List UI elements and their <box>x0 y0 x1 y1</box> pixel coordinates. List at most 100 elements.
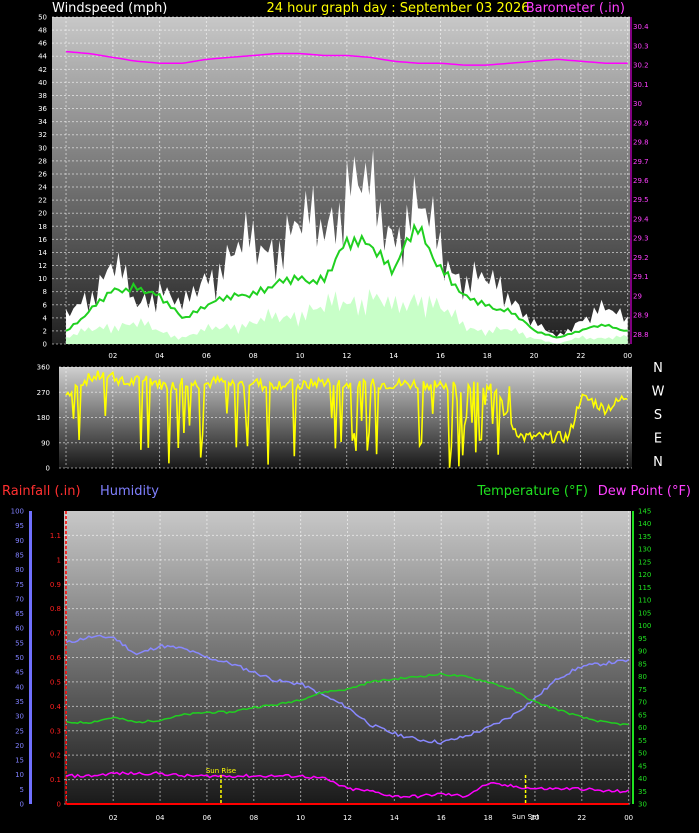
barometer-tick-label: 29.6 <box>633 177 649 185</box>
wind-x-tick-label: 00 <box>623 352 632 360</box>
windspeed-tick-labels: 0246810121416182022242628303234363840424… <box>38 14 47 349</box>
temperature-x-tick-label: 06 <box>202 814 211 822</box>
sun-marker-label: Sun Rise <box>206 767 236 775</box>
compass-labels: NWSEN <box>652 361 665 470</box>
temperature-tick-label: 60 <box>638 724 647 732</box>
barometer-tick-label: 28.9 <box>633 312 649 320</box>
wind-x-tick-label: 06 <box>202 352 211 360</box>
temperature-tick-label: 35 <box>638 788 647 796</box>
barometer-tick-label: 30.2 <box>633 62 649 70</box>
humidity-tick-labels: 0 5 10 15 20 25 30 35 40 45 50 55 60 65 70 75 80 85 90 95 10… <box>11 508 32 809</box>
rain-tick-label: 0.2 <box>50 752 61 760</box>
humidity-tick-label: 10 <box>15 771 24 779</box>
barometer-tick-label: 30.1 <box>633 81 649 89</box>
wind-x-tick-label: 02 <box>108 352 117 360</box>
barometer-tick-label: 28.8 <box>633 331 649 339</box>
humidity-tick-label: 80 <box>15 566 24 574</box>
windspeed-tick-label: 12 <box>38 262 47 270</box>
windspeed-tick-label: 32 <box>38 131 47 139</box>
barometer-tick-label: 29.5 <box>633 196 649 204</box>
windspeed-tick-label: 16 <box>38 236 47 244</box>
windspeed-tick-label: 30 <box>38 144 47 152</box>
wind-x-tick-label: 18 <box>483 352 492 360</box>
windspeed-tick-label: 18 <box>38 223 47 231</box>
wind-x-tick-label: 22 <box>576 352 585 360</box>
compass-label: N <box>653 455 663 470</box>
wind-x-tick-label: 14 <box>389 352 398 360</box>
temperature-x-tick-label: 14 <box>390 814 399 822</box>
rain-tick-label: 1.1 <box>50 532 61 540</box>
temperature-x-tick-labels: 02 04 06 08 10 12 14 16 18 20 22 00 <box>109 814 633 822</box>
windspeed-tick-label: 24 <box>38 184 47 192</box>
temperature-tick-labels: 30 35 40 45 50 55 60 65 70 75 80 85 90 95 100 105 110 115… <box>632 508 651 809</box>
temperature-tick-label: 120 <box>638 571 651 579</box>
humidity-tick-label: 85 <box>15 551 24 559</box>
temperature-tick-label: 115 <box>638 584 651 592</box>
direction-tick-label: 90 <box>41 439 50 447</box>
temperature-x-tick-label: 18 <box>484 814 493 822</box>
direction-tick-label: 360 <box>37 364 50 372</box>
barometer-tick-label: 29.9 <box>633 119 649 127</box>
temperature-tick-label: 50 <box>638 750 647 758</box>
rain-tick-label: 0.7 <box>50 630 61 638</box>
temperature-tick-label: 55 <box>638 737 647 745</box>
humidity-tick-label: 75 <box>15 581 24 589</box>
rain-tick-label: 0.3 <box>50 727 61 735</box>
windspeed-tick-label: 20 <box>38 210 47 218</box>
temperature-tick-label: 90 <box>638 648 647 656</box>
chart-title: 24 hour graph day : September 03 2026 <box>266 1 529 16</box>
direction-tick-label: 180 <box>37 414 50 422</box>
wind-x-tick-label: 08 <box>249 352 258 360</box>
windspeed-tick-label: 10 <box>38 275 47 283</box>
humidity-tick-label: 15 <box>15 757 24 765</box>
humidity-tick-label: 45 <box>15 669 24 677</box>
humidity-tick-label: 100 <box>11 508 24 516</box>
temperature-x-tick-label: 10 <box>296 814 305 822</box>
humidity-tick-label: 0 <box>20 801 24 809</box>
wind-x-tick-label: 20 <box>530 352 539 360</box>
windspeed-tick-label: 14 <box>38 249 47 257</box>
rain-tick-label: 0.4 <box>50 703 62 711</box>
windspeed-tick-label: 0 <box>43 341 47 349</box>
barometer-tick-label: 30 <box>633 100 642 108</box>
wind-x-tick-label: 12 <box>342 352 351 360</box>
temperature-tick-label: 40 <box>638 775 647 783</box>
temperature-tick-label: 130 <box>638 546 651 554</box>
dewpoint-axis-title: Dew Point (°F) <box>598 484 691 499</box>
humidity-tick-label: 90 <box>15 537 24 545</box>
wind-x-tick-label: 04 <box>155 352 164 360</box>
wind-x-tick-label: 10 <box>296 352 305 360</box>
temperature-tick-label: 95 <box>638 635 647 643</box>
compass-label: S <box>654 408 662 423</box>
temperature-tick-label: 135 <box>638 533 651 541</box>
windspeed-tick-label: 48 <box>38 27 47 35</box>
barometer-axis-title: Barometer (.in) <box>526 1 625 16</box>
weather-graph-page: Windspeed (mph) 24 hour graph day : Sept… <box>0 0 699 833</box>
barometer-tick-label: 29.1 <box>633 273 649 281</box>
barometer-tick-labels: 28.8 28.9 29 29.1 29.2 29.3 29.4 29.5 29.6 29.7 29… <box>630 17 649 344</box>
temperature-tick-label: 80 <box>638 673 647 681</box>
windspeed-axis-title: Windspeed (mph) <box>52 1 167 16</box>
humidity-tick-label: 95 <box>15 522 24 530</box>
temperature-tick-label: 125 <box>638 558 651 566</box>
rain-tick-label: 0.1 <box>50 776 61 784</box>
temperature-tick-label: 100 <box>638 622 651 630</box>
compass-label: E <box>654 432 662 447</box>
windspeed-tick-label: 22 <box>38 197 47 205</box>
temperature-x-tick-label: 08 <box>249 814 258 822</box>
humidity-tick-label: 5 <box>20 786 24 794</box>
temperature-tick-label: 85 <box>638 660 647 668</box>
temperature-tick-label: 75 <box>638 686 647 694</box>
windspeed-tick-label: 6 <box>43 301 48 309</box>
temperature-tick-label: 145 <box>638 508 651 516</box>
rain-tick-label: 1 <box>57 556 61 564</box>
temperature-x-tick-label: 04 <box>156 814 165 822</box>
humidity-tick-label: 60 <box>15 625 24 633</box>
windspeed-tick-label: 38 <box>38 92 47 100</box>
humidity-tick-label: 40 <box>15 683 24 691</box>
windspeed-tick-label: 44 <box>38 53 47 61</box>
humidity-tick-label: 50 <box>15 654 24 662</box>
windspeed-tick-label: 26 <box>38 170 47 178</box>
rain-tick-label: 0 <box>57 801 61 809</box>
direction-tick-label: 270 <box>37 389 50 397</box>
